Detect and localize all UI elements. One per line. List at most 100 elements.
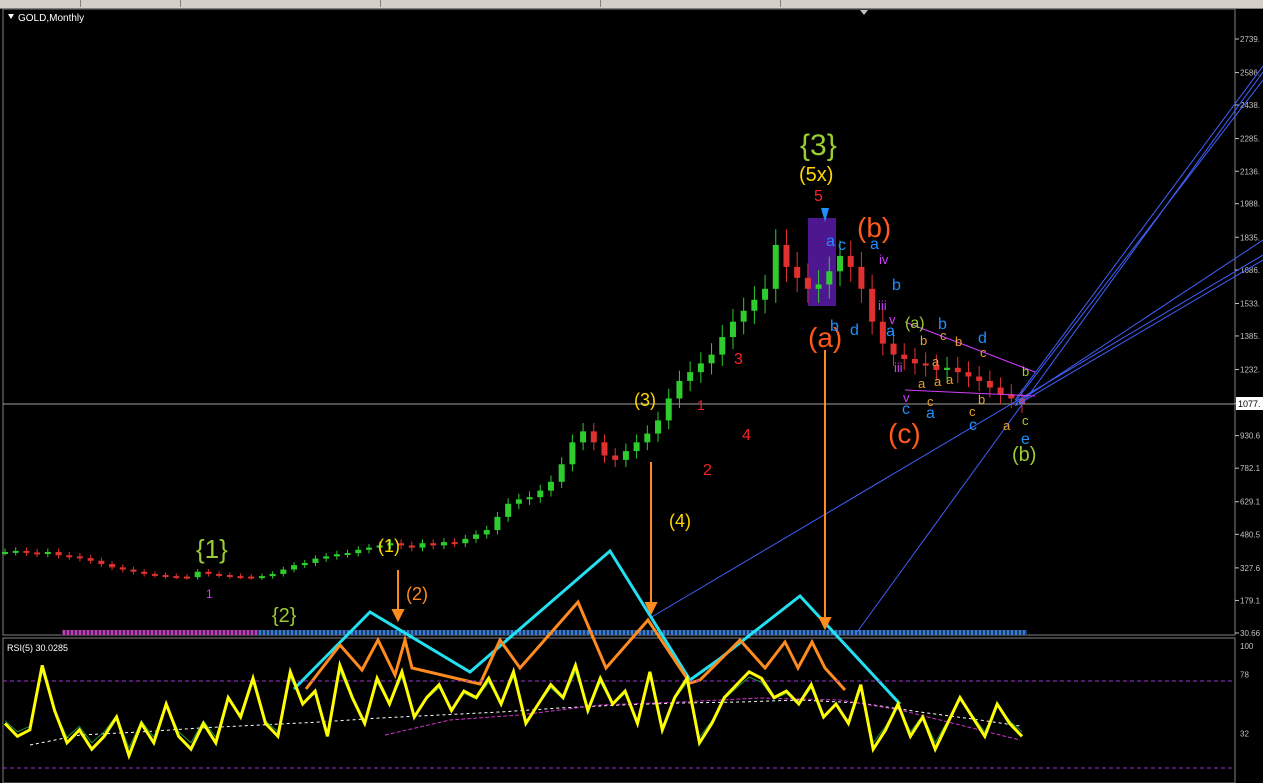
price-tick-label: 327.6 [1240, 564, 1261, 573]
wave-label-r2: 2 [703, 462, 712, 479]
rsi-panel-frame [2, 637, 1236, 783]
candle-body [537, 490, 544, 498]
candle-body [794, 266, 801, 278]
wave-label-mag-iv: iv [879, 252, 889, 267]
candle-body [847, 255, 854, 267]
candle-body [162, 575, 169, 578]
candle-body [890, 343, 897, 355]
wave-label-1-curly: {1} [196, 534, 228, 564]
wave-label-3-curly: {3} [800, 129, 837, 162]
rsi-tick-label: 78 [1240, 670, 1249, 679]
candle-body [708, 354, 715, 364]
candle-body [858, 266, 865, 289]
candle-body [216, 573, 223, 576]
price-tick-label: 1835. [1240, 233, 1260, 242]
candle-body [901, 354, 908, 359]
candle-body [248, 576, 255, 579]
candle-body [151, 573, 158, 576]
wave-label-blue-c3: c [969, 417, 977, 434]
candle-body [269, 573, 276, 577]
candle-body [440, 542, 447, 546]
wave-label-green-c: c [1022, 413, 1029, 428]
candle-body [622, 451, 629, 460]
wave-label-or-a1: a [918, 376, 926, 391]
candle-body [762, 288, 769, 300]
wave-label-or-c1: c [927, 394, 934, 409]
candle-body [601, 442, 608, 456]
price-tick-label: 629.1 [1240, 498, 1261, 507]
candle-body [783, 244, 790, 267]
highlight-box [808, 218, 836, 306]
wave-label-blue-a2: a [870, 236, 879, 253]
wave-label-or-b2: b [955, 334, 962, 349]
wave-label-or-a3: a [934, 374, 942, 389]
candle-body [12, 550, 19, 553]
candle-body [333, 554, 340, 557]
wave-label-green-b: b [1022, 364, 1029, 379]
candle-body [547, 481, 554, 491]
wave-label-a-small: (a) [905, 315, 925, 332]
wave-label-mag-1: 1 [206, 587, 213, 601]
wave-label-r4: 4 [742, 427, 751, 444]
candle-body [558, 464, 565, 482]
candle-body [430, 543, 437, 546]
wave-label-p4: (4) [669, 511, 691, 531]
candle-body [665, 398, 672, 421]
price-tick-label: 1232. [1240, 366, 1260, 375]
candle-body [751, 299, 758, 311]
wave-label-mag-iii2: iii [894, 360, 903, 375]
wave-label-r5: 5 [814, 188, 823, 205]
candle-body [173, 576, 180, 579]
candle-body [954, 367, 961, 373]
candle-body [408, 545, 415, 548]
candle-body [419, 543, 426, 548]
candle-body [965, 372, 972, 377]
wave-label-or-c2: c [940, 328, 947, 343]
candle-body [655, 420, 662, 434]
candle-body [365, 547, 372, 550]
candle-body [869, 288, 876, 322]
candle-body [55, 551, 62, 556]
candle-body [729, 321, 736, 338]
candle-body [505, 503, 512, 517]
candle-body [323, 556, 330, 559]
candle-body [922, 363, 929, 366]
candle-body [687, 372, 694, 381]
candle-body [879, 321, 886, 344]
candle-body [130, 569, 137, 572]
candle-body [183, 576, 190, 579]
wave-label-blue-c1: c [838, 237, 846, 254]
candle-body [280, 569, 287, 574]
price-tick-label: 930.6 [1240, 432, 1261, 441]
price-tick-label: 179.1 [1240, 596, 1261, 605]
candle-body [301, 562, 308, 566]
candle-body [462, 538, 469, 544]
wave-label-r3: 3 [734, 351, 743, 368]
chart-canvas: GOLD,Monthly 2739.2586.2438.2285.2136.19… [2, 8, 1263, 783]
candle-body [944, 367, 951, 370]
wave-label-blue-a1: a [826, 233, 835, 250]
candle-body [237, 576, 244, 579]
current-price-label: 1077. [1238, 399, 1261, 409]
rsi-title: RSI(5) 30.0285 [7, 643, 68, 653]
wave-label-r1: 1 [697, 397, 705, 413]
price-tick-label: 480.5 [1240, 530, 1261, 539]
wave-label-mag-iii1: iii [878, 298, 887, 313]
price-tick-label: 1988. [1240, 200, 1260, 209]
candle-body [109, 564, 116, 568]
candle-body [772, 244, 779, 289]
candle-body [451, 542, 458, 545]
candle-body [612, 455, 619, 460]
candle-body [676, 380, 683, 399]
candle-body [355, 549, 362, 554]
wave-label-blue-d1: d [850, 322, 859, 339]
candle-body [226, 575, 233, 578]
candle-body [344, 553, 351, 556]
price-tick-label: 1385. [1240, 332, 1260, 341]
candle-body [590, 431, 597, 443]
candle-body [44, 551, 51, 554]
candle-body [98, 560, 105, 565]
candle-body [826, 271, 833, 285]
price-tick-label: 782.1 [1240, 464, 1261, 473]
candle-body [205, 571, 212, 574]
